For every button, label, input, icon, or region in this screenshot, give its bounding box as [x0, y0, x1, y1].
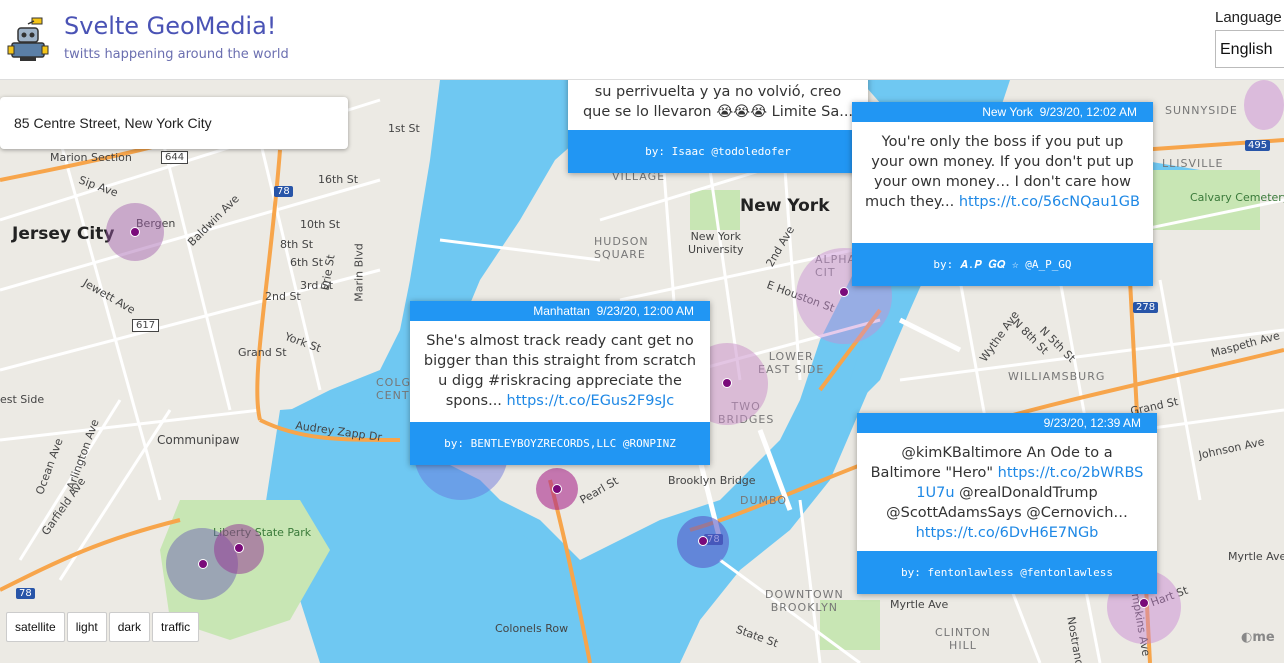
- route-644-shield-icon: 644: [161, 151, 189, 164]
- tweet-header: Manhattan 9/23/20, 12:00 AM: [410, 301, 710, 321]
- style-button-light[interactable]: light: [66, 612, 107, 642]
- language-select[interactable]: English: [1215, 30, 1284, 68]
- map-attribution-logo[interactable]: ◐me: [1241, 630, 1275, 645]
- tweet-card[interactable]: New York 9/23/20, 12:02 AM You're only t…: [852, 102, 1153, 286]
- interstate-278-shield-icon: 278: [1133, 302, 1159, 313]
- tweet-author[interactable]: by: Isaac @todoledofer: [568, 130, 868, 173]
- tweet-marker[interactable]: [130, 227, 140, 237]
- tweet-marker[interactable]: [722, 378, 732, 388]
- interstate-78-shield-icon: 78: [274, 186, 293, 197]
- map-label-brooklyn-bridge: Brooklyn Bridge: [668, 474, 756, 487]
- robot-logo-icon: [6, 16, 50, 62]
- tweet-marker[interactable]: [698, 536, 708, 546]
- tweet-author[interactable]: by: BENTLEYBOYZRECORDS,LLC @RONPINZ: [410, 422, 710, 465]
- interstate-78-shield-icon: 78: [16, 588, 35, 599]
- map-label-new-york: New York: [740, 196, 830, 216]
- map-label-myrtle-ave: Myrtle Ave: [890, 598, 949, 611]
- attribution-text: me: [1252, 630, 1275, 645]
- map-label-10th-st: 10th St: [300, 218, 341, 231]
- map-label-1st-st: 1st St: [388, 122, 420, 135]
- map-label-myrtle-ave-east: Myrtle Ave: [1228, 550, 1284, 563]
- tweet-body: @kimKBaltimore An Ode to a Baltimore "He…: [857, 433, 1157, 553]
- tweet-card[interactable]: 9/23/20, 12:39 AM @kimKBaltimore An Ode …: [857, 413, 1157, 594]
- map-label-2nd-st: 2nd St: [265, 290, 301, 303]
- tweet-bubble[interactable]: [1244, 80, 1284, 130]
- map-label-colonels-row: Colonels Row: [495, 622, 569, 635]
- address-search-input[interactable]: 85 Centre Street, New York City: [0, 97, 348, 149]
- tweet-header: 9/23/20, 12:39 AM: [857, 413, 1157, 433]
- tweet-text: su perrivuelta y ya no volvió, creo que …: [582, 84, 854, 120]
- map-label-clinton-hill: CLINTON HILL: [935, 626, 991, 652]
- style-button-satellite[interactable]: satellite: [6, 612, 65, 642]
- map-label-lower-east-side: LOWER EAST SIDE: [758, 350, 825, 376]
- app-header: Svelte GeoMedia! twitts happening around…: [0, 0, 1284, 80]
- interstate-495-shield-icon: 495: [1245, 140, 1271, 151]
- tweet-marker[interactable]: [839, 287, 849, 297]
- tweet-time: 9/23/20, 12:02 AM: [1039, 105, 1137, 119]
- map-label-16th-st: 16th St: [318, 173, 359, 186]
- map-label-6th-st: 6th St: [290, 256, 324, 269]
- tweet-card[interactable]: su perrivuelta y ya no volvió, creo que …: [568, 80, 868, 173]
- map-label-dumbo: DUMBO: [740, 494, 788, 507]
- map-label-calvary-cemetery: Calvary Cemetery: [1190, 191, 1284, 204]
- map-label-west-side: est Side: [0, 393, 45, 406]
- tweet-time: 9/23/20, 12:00 AM: [596, 304, 694, 318]
- style-button-dark[interactable]: dark: [108, 612, 151, 642]
- map-label-downtown-brooklyn: DOWNTOWN BROOKLYN: [765, 588, 844, 614]
- map-label-marion-section: Marion Section: [50, 151, 132, 164]
- tweet-link-2[interactable]: https://t.co/6DvH6E7NGb: [916, 525, 1099, 541]
- tweet-body: She's almost track ready cant get no big…: [410, 321, 710, 421]
- app-title: Svelte GeoMedia!: [64, 12, 277, 40]
- map-label-jersey-city: Jersey City: [12, 224, 115, 244]
- tweet-time: 9/23/20, 12:39 AM: [1043, 416, 1141, 430]
- map-label-hudson-square: HUDSON SQUARE: [594, 235, 649, 261]
- tweet-author[interactable]: by: 𝑨.𝑷 𝑮𝑸 ☆ @A_P_GQ: [852, 243, 1153, 286]
- language-label: Language: [1215, 9, 1282, 26]
- style-button-traffic[interactable]: traffic: [152, 612, 200, 642]
- tweet-card[interactable]: Manhattan 9/23/20, 12:00 AM She's almost…: [410, 301, 710, 465]
- tweet-marker[interactable]: [1139, 598, 1149, 608]
- tweet-author[interactable]: by: fentonlawless @fentonlawless: [857, 551, 1157, 594]
- route-617-shield-icon: 617: [132, 319, 160, 332]
- map-label-sunnyside: SUNNYSIDE: [1165, 104, 1238, 117]
- tweet-marker[interactable]: [234, 543, 244, 553]
- tweet-link[interactable]: https://t.co/EGus2F9sJc: [507, 393, 675, 409]
- map-label-marin-blvd: Marin Blvd: [352, 243, 366, 302]
- tweet-location: Manhattan: [533, 304, 590, 318]
- tweet-header: New York 9/23/20, 12:02 AM: [852, 102, 1153, 122]
- map-label-8th-st: 8th St: [280, 238, 314, 251]
- map-label-communipaw: Communipaw: [157, 433, 240, 447]
- map-style-switcher: satellite light dark traffic: [6, 612, 200, 642]
- tweet-marker[interactable]: [552, 484, 562, 494]
- tweet-body: You're only the boss if you put up your …: [852, 122, 1153, 222]
- map-label-llisville: LLISVILLE: [1162, 157, 1224, 170]
- app-subtitle: twitts happening around the world: [64, 47, 289, 62]
- tweet-link[interactable]: https://t.co/56cNQau1GB: [959, 194, 1140, 210]
- map-label-williamsburg: WILLIAMSBURG: [1008, 370, 1106, 383]
- map-canvas[interactable]: Jersey City New York Marion Section Berg…: [0, 80, 1284, 663]
- tweet-location: New York: [982, 105, 1033, 119]
- map-label-nyu: New York University: [688, 230, 744, 256]
- tweet-marker[interactable]: [198, 559, 208, 569]
- map-label-grand-st: Grand St: [238, 346, 287, 359]
